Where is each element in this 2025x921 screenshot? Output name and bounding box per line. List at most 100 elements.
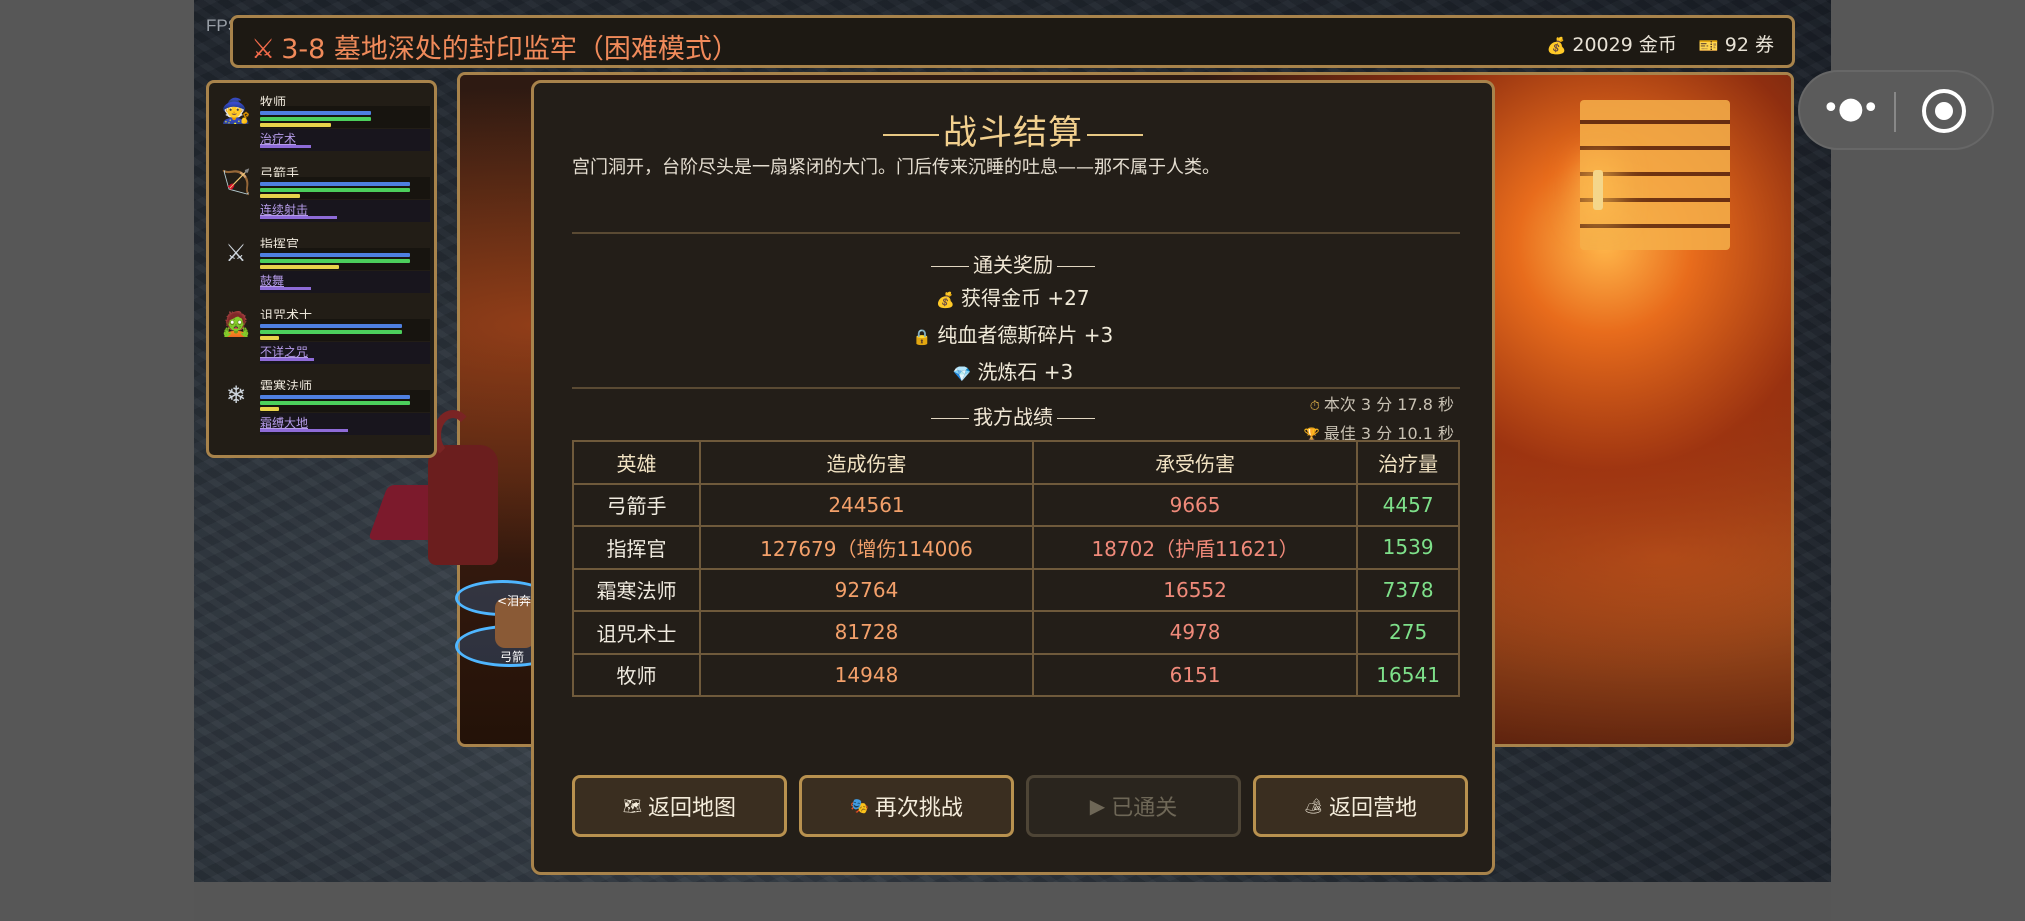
currency-display: 💰 20029 金币 🎫 92 券 [1546,30,1774,57]
energy-bar [260,407,279,411]
capsule-separator [1894,92,1896,132]
cell-damage-taken: 9665 [1031,482,1359,527]
reward-gold-text: 获得金币 +27 [961,286,1090,310]
map-icon: 🗺 [622,797,643,815]
crossed-swords-icon: ⚔ [251,34,276,65]
party-member[interactable]: ⚔ 指挥官 鼓舞 [217,231,431,295]
reward-fragment-text: 纯血者德斯碎片 +3 [937,323,1114,347]
ring-label-2: 弓箭 [500,650,525,664]
skill-cooldown-bar [260,145,311,148]
section-dash-right [1057,266,1095,267]
energy-bar [260,194,300,198]
cell-hero: 弓箭手 [571,482,702,527]
cleared-label: 已通关 [1111,796,1178,821]
shield-bar [260,324,403,328]
result-title-text: 战斗结算 [943,113,1083,153]
gold-amount: 20029 金币 [1572,34,1677,56]
more-menu-icon[interactable]: •●• [1822,94,1880,124]
ticket-icon: 🎫 [1698,36,1719,55]
result-title: 战斗结算 [534,105,1492,154]
candle-icon [1593,170,1603,210]
reward-stone: 💎 洗炼石 +3 [534,356,1492,385]
ticket-display: 🎫 92 券 [1699,30,1774,57]
hp-bar [260,117,371,121]
cell-damage-taken: 4978 [1031,610,1359,655]
party-member[interactable]: 🧙 牧师 治疗术 [217,89,431,153]
lock-icon: 🔒 [912,328,932,346]
hp-bar [260,188,411,192]
title-dash-left [883,133,939,136]
table-header-row: 英雄 造成伤害 承受伤害 治疗量 [571,440,1460,485]
table-row: 牧师 14948 6151 16541 [571,652,1460,697]
cell-damage-dealt: 127679（增伤114006 [699,525,1034,570]
party-member[interactable]: 🧟 诅咒术士 不详之咒 [217,302,431,366]
top-bar: ⚔ 3-8 墓地深处的封印监牢（困难模式） 💰 20029 金币 🎫 92 券 [230,15,1795,68]
time-this-text: 本次 3 分 17.8 秒 [1323,395,1454,414]
cell-hero: 霜寒法师 [571,567,702,612]
hero-portrait-icon: ⚔ [225,239,247,267]
retry-label: 再次挑战 [874,796,963,821]
letterbox-left [0,0,194,921]
col-hero: 英雄 [571,440,702,485]
stopwatch-icon: ⏱ [1309,399,1320,414]
section-dash-right [1057,418,1095,419]
battle-result-panel: 战斗结算 宫门洞开，台阶尽头是一扇紧闭的大门。门后传来沉睡的吐息——那不属于人类… [531,80,1495,875]
reward-stone-text: 洗炼石 +3 [977,360,1074,384]
hp-bar [260,401,411,405]
energy-bar [260,123,332,127]
party-panel: 🧙 牧师 治疗术 🏹 弓箭手 连续射击 ⚔ 指挥官 鼓舞 🧟 诅咒术士 不详之咒 ❄ 霜寒法师 霜缚大地 [206,80,437,458]
title-dash-right [1087,133,1143,136]
hero-portrait-icon: ❄ [225,381,247,409]
rewards-title-text: 通关奖励 [973,253,1053,277]
miniprogram-capsule: •●• [1798,70,1994,150]
shield-bar [260,253,411,257]
table-row: 弓箭手 244561 9665 4457 [571,482,1460,527]
section-dash-left [931,266,969,267]
skill-cooldown-bar [260,358,315,361]
stats-title-text: 我方战绩 [973,405,1053,429]
retry-button[interactable]: 🎭 再次挑战 [799,775,1014,837]
hero-portrait-icon: 🧟 [221,310,251,338]
story-text: 宫门洞开，台阶尽头是一扇紧闭的大门。门后传来沉睡的吐息——那不属于人类。 [572,157,1220,178]
money-bag-icon: 💰 [936,291,956,309]
cell-healing: 7378 [1356,567,1460,612]
diamond-icon: 💎 [952,365,972,383]
cell-healing: 16541 [1356,652,1460,697]
party-member[interactable]: ❄ 霜寒法师 霜缚大地 [217,373,431,437]
money-bag-icon: 💰 [1546,36,1567,55]
shield-bar [260,395,411,399]
hp-bar [260,259,411,263]
play-icon: ▶ [1089,794,1106,818]
campfire-icon: 🏕 [1303,797,1324,815]
party-member[interactable]: 🏹 弓箭手 连续射击 [217,160,431,224]
col-healing: 治疗量 [1356,440,1460,485]
cell-hero: 指挥官 [571,525,702,570]
hero-portrait-icon: 🧙 [221,97,251,125]
reward-fragment: 🔒 纯血者德斯碎片 +3 [534,319,1492,348]
hp-bar [260,330,403,334]
section-dash-left [931,418,969,419]
stats-table: 英雄 造成伤害 承受伤害 治疗量 弓箭手 244561 9665 4457 指挥官 127… [571,440,1460,697]
close-miniprogram-icon[interactable] [1922,89,1966,133]
cleared-button: ▶ 已通关 [1026,775,1241,837]
cell-healing: 4457 [1356,482,1460,527]
knight-horn [433,410,473,460]
skill-cooldown-bar [260,429,349,432]
divider [572,387,1460,389]
back-to-map-button[interactable]: 🗺 返回地图 [572,775,787,837]
hero-portrait-icon: 🏹 [221,168,251,196]
stage-title: ⚔ 3-8 墓地深处的封印监牢（困难模式） [251,27,739,66]
stage-title-text: 3-8 墓地深处的封印监牢（困难模式） [281,34,739,65]
gold-display: 💰 20029 金币 [1546,30,1676,57]
cell-damage-dealt: 92764 [699,567,1034,612]
skill-cooldown-bar [260,287,311,290]
cell-healing: 1539 [1356,525,1460,570]
ticket-amount: 92 券 [1724,34,1774,56]
energy-bar [260,265,339,269]
divider [572,232,1460,234]
col-damage-dealt: 造成伤害 [699,440,1034,485]
back-to-camp-button[interactable]: 🏕 返回营地 [1253,775,1468,837]
cell-healing: 275 [1356,610,1460,655]
rewards-title: 通关奖励 [534,249,1492,278]
reward-gold: 💰 获得金币 +27 [534,282,1492,311]
